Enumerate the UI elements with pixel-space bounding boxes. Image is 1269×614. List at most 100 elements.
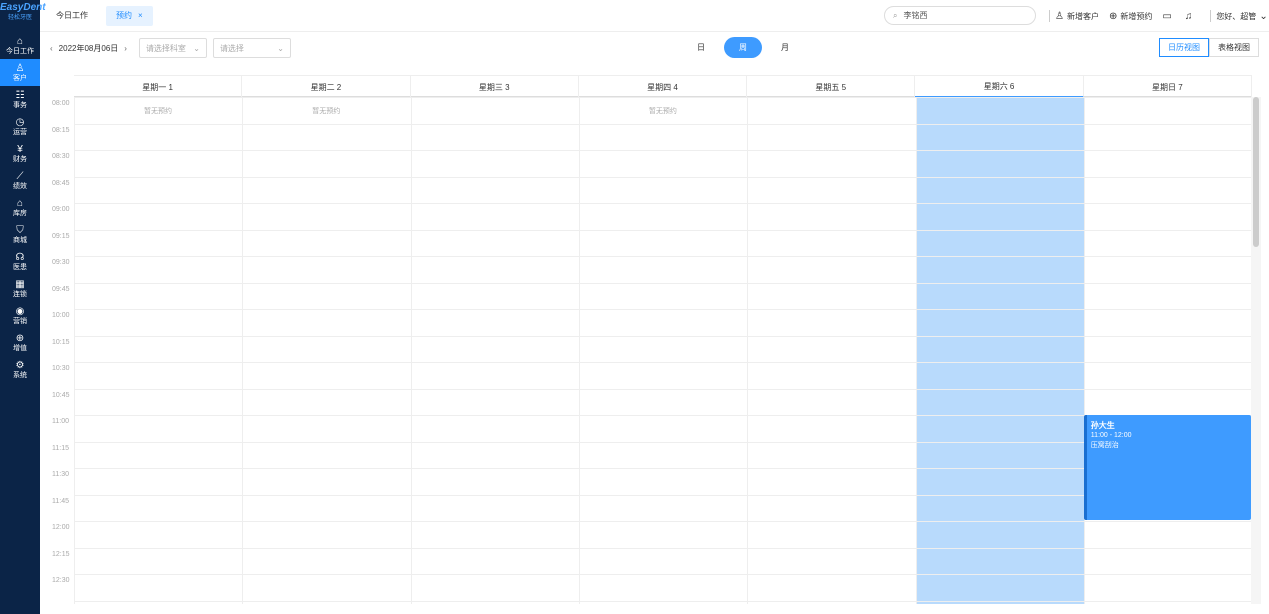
slot-divider xyxy=(74,203,1252,204)
column-divider xyxy=(74,97,75,604)
sidebar-item-label: 库房 xyxy=(13,209,27,217)
prev-week-button[interactable]: ‹ xyxy=(50,44,53,53)
day-header: 星期三 3 xyxy=(411,76,579,98)
user-icon: ♙ xyxy=(15,62,25,74)
sidebar-item-0[interactable]: ⌂ 今日工作 xyxy=(0,32,40,59)
time-slot: 09:45 xyxy=(50,282,1252,310)
time-label: 10:15 xyxy=(52,338,70,346)
divider xyxy=(1210,10,1212,22)
scrollbar[interactable] xyxy=(1253,97,1259,247)
warehouse-icon: ⌂ xyxy=(16,197,24,209)
month-mode-button[interactable]: 月 xyxy=(766,37,804,58)
user-add-icon: ♙ xyxy=(1055,10,1064,22)
sidebar-item-label: 增值 xyxy=(13,344,27,352)
sidebar-item-4[interactable]: ¥ 财务 xyxy=(0,140,40,167)
no-appointment-label: 暂无预约 xyxy=(144,108,172,115)
time-label: 08:15 xyxy=(52,126,70,134)
week-mode-button[interactable]: 周 xyxy=(724,37,762,58)
day-mode-button[interactable]: 日 xyxy=(682,37,720,58)
user-menu[interactable]: 您好、超管 ⌄ xyxy=(1216,11,1269,22)
sidebar-item-1[interactable]: ♙ 客户 xyxy=(0,59,40,86)
sidebar-item-11[interactable]: ⊕ 增值 xyxy=(0,329,40,356)
search-icon: ⌕ xyxy=(893,10,898,20)
time-slot: 12:30 xyxy=(50,574,1252,601)
slot-divider xyxy=(74,256,1252,257)
event-time: 11:00 - 12:00 xyxy=(1090,432,1132,439)
sidebar-item-12[interactable]: ⚙ 系统 xyxy=(0,356,40,383)
cart-icon: ⛉ xyxy=(16,224,24,236)
table-view-button[interactable]: 表格视图 xyxy=(1209,38,1259,57)
event-patient-name: 孙大生 xyxy=(1090,421,1115,430)
greeting: 您好、超管 xyxy=(1216,11,1257,21)
next-week-button[interactable]: › xyxy=(124,44,127,53)
new-customer-button[interactable]: ♙ 新增客户 xyxy=(1055,11,1099,22)
new-appointment-button[interactable]: ⊕ 新增预约 xyxy=(1109,11,1152,22)
divider xyxy=(1049,10,1050,22)
view-switch: 日历视图 表格视图 xyxy=(1159,38,1259,57)
slot-divider xyxy=(74,282,1252,284)
department-select[interactable]: 请选择科室 ⌄ xyxy=(138,38,207,58)
sidebar-item-8[interactable]: ☊ 医患 xyxy=(0,248,40,275)
tab-appointment[interactable]: 预约 × xyxy=(106,5,153,26)
slot-divider xyxy=(74,335,1252,337)
time-slot: 12:00 xyxy=(50,521,1252,548)
value-icon: ⊕ xyxy=(15,332,25,344)
time-label: 12:15 xyxy=(52,550,70,558)
slot-divider xyxy=(74,415,1252,416)
sidebar-item-label: 运营 xyxy=(13,128,27,136)
close-icon[interactable]: × xyxy=(138,11,143,20)
sidebar-item-5[interactable]: ⟋ 绩效 xyxy=(0,167,40,194)
time-label: 09:45 xyxy=(52,285,70,293)
filter-select[interactable]: 请选择 ⌄ xyxy=(212,38,291,58)
slot-divider xyxy=(74,309,1252,310)
time-slot: 10:00 xyxy=(50,309,1252,336)
slot-divider xyxy=(74,521,1252,522)
tab-today-work[interactable]: 今日工作 xyxy=(46,6,98,26)
sidebar-item-3[interactable]: ◷ 运营 xyxy=(0,113,40,140)
time-slot: 10:45 xyxy=(50,388,1252,416)
slot-divider xyxy=(74,229,1252,231)
search-input[interactable]: ⌕ 李铭西 xyxy=(884,6,1036,25)
time-label: 09:00 xyxy=(52,206,70,213)
chain-icon: ▦ xyxy=(15,278,25,290)
sidebar-item-10[interactable]: ◉ 营销 xyxy=(0,302,40,329)
time-slot: 08:45 xyxy=(50,176,1252,204)
appointment-event[interactable]: 孙大生 11:00 - 12:00 压窝刮治 xyxy=(1083,415,1252,520)
time-label: 08:45 xyxy=(52,179,70,187)
chevron-down-icon: ⌄ xyxy=(277,43,284,53)
slot-divider xyxy=(74,388,1252,390)
day-header: 星期日 7 xyxy=(1084,76,1252,98)
message-icon: ▭ xyxy=(1162,10,1172,22)
sidebar-item-9[interactable]: ▦ 连锁 xyxy=(0,275,40,302)
chevron-down-icon: ⌄ xyxy=(193,43,200,53)
top-bar: 今日工作 预约 × ⌕ 李铭西 ♙ 新增客户 ⊕ 新增预约 ▭ ♫ 您好、超管 … xyxy=(40,0,1269,32)
slot-divider xyxy=(74,150,1252,151)
day-header: 星期四 4 xyxy=(579,76,748,98)
current-date: 2022年08月06日 xyxy=(58,43,119,53)
time-slot: 08:15 xyxy=(50,123,1252,151)
calendar-toolbar: ‹ 2022年08月06日 › 请选择科室 ⌄ 请选择 ⌄ 日 周 月 日历视图… xyxy=(40,32,1269,64)
sidebar-item-2[interactable]: ☷ 事务 xyxy=(0,86,40,113)
sidebar-item-7[interactable]: ⛉ 商城 xyxy=(0,221,40,248)
sidebar-item-label: 今日工作 xyxy=(6,47,34,55)
no-appointment-label: 暂无预约 xyxy=(312,108,341,115)
calendar-view-button[interactable]: 日历视图 xyxy=(1159,38,1209,57)
notification-button[interactable]: ♫ xyxy=(1185,11,1196,22)
day-header: 星期一 1 xyxy=(74,76,243,98)
sidebar-item-label: 财务 xyxy=(13,155,27,163)
day-header: 星期五 5 xyxy=(747,76,916,98)
slot-divider xyxy=(74,494,1252,496)
view-mode-switch: 日 周 月 xyxy=(680,37,806,58)
time-label: 11:00 xyxy=(52,418,69,425)
calendar-grid[interactable]: 08:00 08:15 08:30 08:45 09:00 09:15 09:30 09:45… xyxy=(50,97,1254,604)
message-button[interactable]: ▭ xyxy=(1162,11,1174,22)
column-divider xyxy=(747,97,749,604)
sidebar-item-label: 绩效 xyxy=(13,182,27,190)
tab-label: 今日工作 xyxy=(56,11,88,20)
sidebar-item-label: 商城 xyxy=(13,236,27,244)
time-label: 09:15 xyxy=(52,232,70,240)
sidebar-item-6[interactable]: ⌂ 库房 xyxy=(0,194,40,221)
time-label: 11:45 xyxy=(52,497,69,505)
slot-divider xyxy=(74,574,1252,575)
time-label: 10:45 xyxy=(52,391,70,399)
